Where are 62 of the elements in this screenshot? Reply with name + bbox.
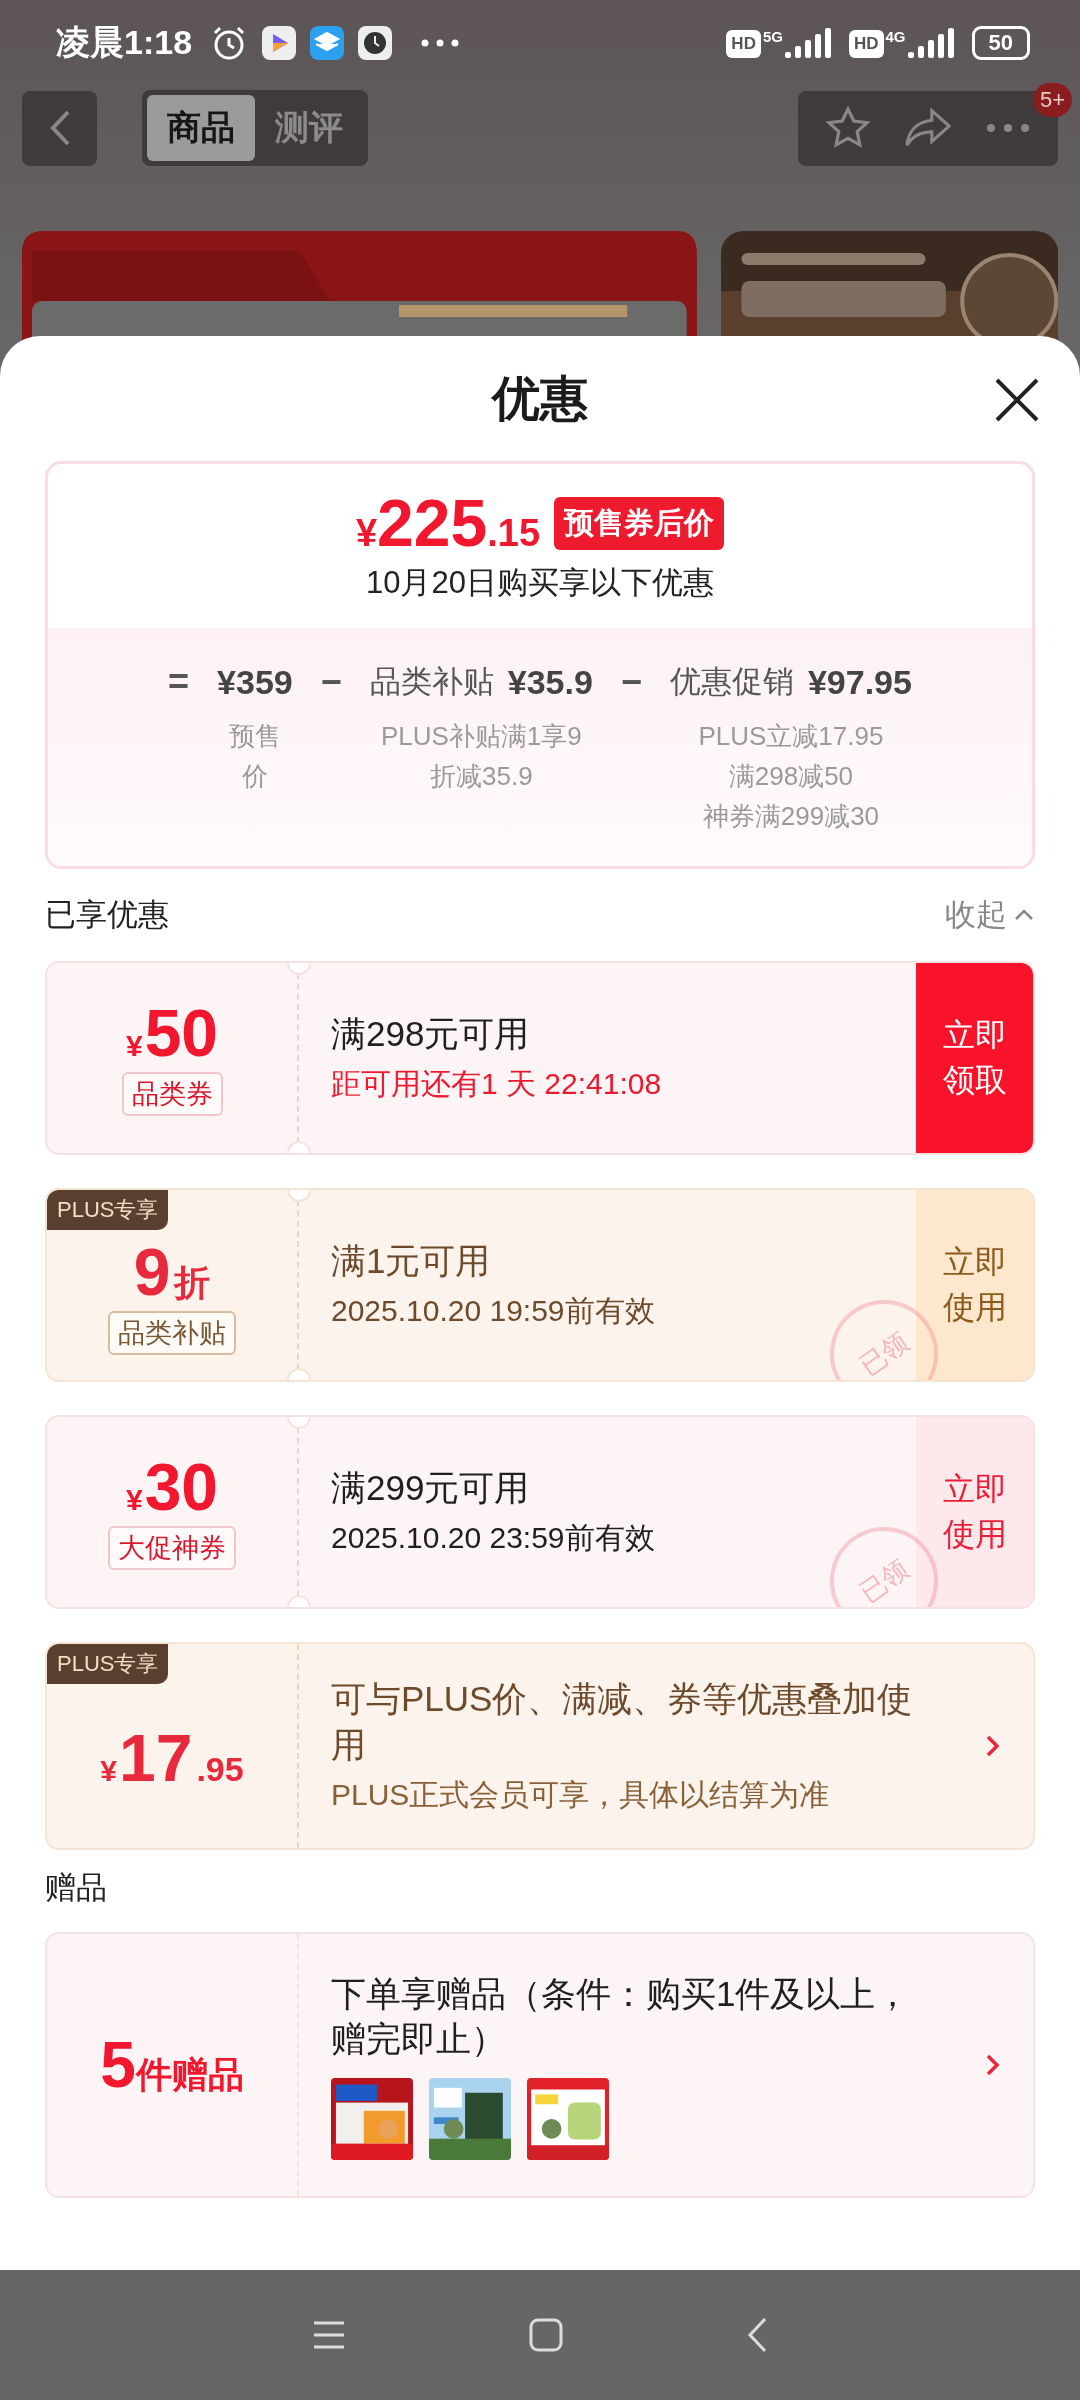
price-type-label: 预售券后价 bbox=[554, 496, 725, 550]
term-note: 预售价 bbox=[227, 720, 282, 793]
operator-sign: = bbox=[168, 660, 190, 704]
section-title: 已享优惠 bbox=[45, 896, 169, 934]
network-type-label: 5G bbox=[762, 27, 783, 45]
term-note: 神券满299减30 bbox=[701, 800, 881, 833]
back-icon[interactable] bbox=[746, 2316, 769, 2354]
coupon-condition: 满1元可用 bbox=[331, 1239, 492, 1282]
term-note: PLUS补贴满1享9折减35.9 bbox=[379, 720, 583, 793]
back-button[interactable] bbox=[22, 90, 97, 166]
coupon-condition: 可与PLUS价、满减、券等优惠叠加使用 bbox=[331, 1678, 914, 1766]
status-time: 凌晨1:18 bbox=[56, 21, 193, 63]
countdown-text: 距可用还有1 天 22:41:08 bbox=[331, 1066, 663, 1103]
plus-exclusive-label: PLUS专享 bbox=[47, 1644, 169, 1684]
coupon-type-tag: 品类补贴 bbox=[108, 1311, 236, 1355]
coupon-type-tag: 大促神券 bbox=[108, 1526, 236, 1570]
term-amount: ¥97.95 bbox=[807, 662, 912, 702]
hd-indicator: HD bbox=[848, 29, 884, 58]
gift-card[interactable]: 5件赠品 下单享赠品（条件：购买1件及以上，赠完即止） bbox=[45, 1932, 1035, 2198]
coupon-condition: 满298元可用 bbox=[331, 1012, 531, 1055]
price-subtitle: 10月20日购买享以下优惠 bbox=[366, 564, 714, 602]
sheet-title: 优惠 bbox=[492, 370, 588, 427]
offer-card[interactable]: PLUS专享 ¥17.95 可与PLUS价、满减、券等优惠叠加使用 PLUS正式会员可享，具体以结算为准 bbox=[45, 1642, 1035, 1850]
term-amount: ¥35.9 bbox=[507, 662, 593, 702]
hd-indicator: HD bbox=[726, 29, 761, 58]
term-name: 品类补贴 bbox=[369, 663, 494, 701]
validity-text: 2025.10.20 19:59前有效 bbox=[331, 1293, 656, 1330]
operator-sign: − bbox=[320, 660, 342, 704]
battery-indicator: 50 bbox=[971, 25, 1030, 60]
gift-condition: 下单享赠品（条件：购买1件及以上，赠完即止） bbox=[331, 1972, 912, 2060]
operator-sign: − bbox=[620, 660, 642, 704]
coupon-amount: ¥50 bbox=[125, 1000, 219, 1066]
layers-app-icon bbox=[310, 25, 345, 60]
notification-count: 5+ bbox=[1032, 82, 1072, 117]
network-type-label: 4G bbox=[885, 27, 906, 45]
menu-icon[interactable] bbox=[311, 2320, 346, 2350]
section-title: 赠品 bbox=[45, 1869, 107, 1907]
chevron-up-icon bbox=[1013, 908, 1035, 922]
plus-exclusive-label: PLUS专享 bbox=[47, 1190, 169, 1230]
use-button[interactable]: 立即使用 bbox=[916, 1417, 1033, 1607]
home-icon[interactable] bbox=[529, 2318, 563, 2352]
gift-count: 5件赠品 bbox=[100, 2028, 244, 2102]
validity-text: 2025.10.20 23:59前有效 bbox=[331, 1520, 656, 1557]
coupon-amount: ¥30 bbox=[125, 1454, 219, 1520]
term-amount: ¥359 bbox=[217, 662, 293, 702]
coupon-condition: 满299元可用 bbox=[331, 1466, 531, 1509]
collapse-toggle[interactable]: 收起 bbox=[945, 894, 1035, 936]
claim-button[interactable]: 立即领取 bbox=[916, 963, 1033, 1153]
term-note: PLUS立减17.95 bbox=[697, 720, 885, 753]
tab[interactable]: 测评 bbox=[255, 95, 363, 161]
tab[interactable]: 商品 bbox=[147, 95, 255, 161]
coupon-amount: 9折 bbox=[133, 1239, 211, 1305]
coupon-amount: ¥17.95 bbox=[100, 1725, 244, 1791]
term-name: 优惠促销 bbox=[669, 663, 794, 701]
validity-text: PLUS正式会员可享，具体以结算为准 bbox=[331, 1777, 831, 1813]
final-price: ¥225.15 bbox=[355, 490, 541, 556]
clock-app-icon bbox=[358, 25, 393, 60]
play-app-icon bbox=[262, 25, 297, 60]
more-notifications-icon bbox=[420, 37, 461, 48]
coupon-type-tag: 品类券 bbox=[121, 1072, 223, 1116]
use-button[interactable]: 立即使用 bbox=[916, 1190, 1033, 1380]
term-note: 满298减50 bbox=[727, 760, 855, 793]
